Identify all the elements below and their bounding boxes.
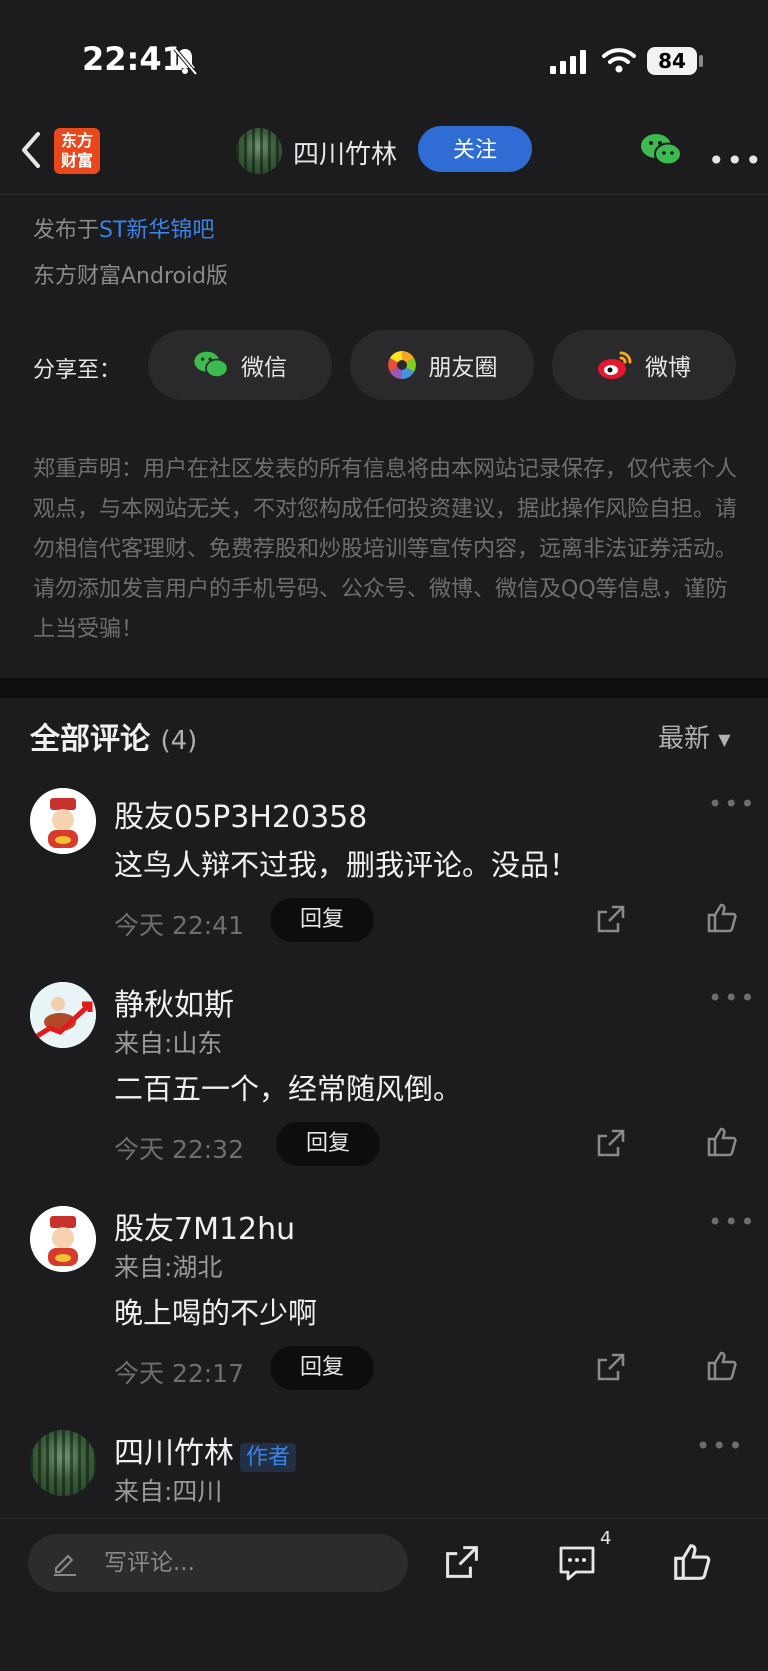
comment-bubble-icon[interactable]: [558, 1544, 596, 1582]
share-wechat-button[interactable]: 微信: [148, 330, 332, 400]
comment-time: 今天 22:17: [114, 1359, 244, 1388]
reply-button[interactable]: 回复: [270, 1346, 374, 1390]
comment-avatar[interactable]: [30, 982, 96, 1048]
comment-time: 今天 22:41: [114, 911, 244, 940]
comment-author-name[interactable]: 股友05P3H20358: [114, 792, 367, 836]
wechat-share-icon[interactable]: [640, 132, 682, 168]
published-in: 发布于ST新华锦吧: [33, 212, 214, 244]
comment-author-name-text: 四川竹林: [114, 1436, 234, 1471]
sort-dropdown[interactable]: 最新 ▼: [658, 718, 731, 755]
share-wechat-label: 微信: [241, 355, 287, 381]
comment-author-name[interactable]: 静秋如斯: [114, 980, 234, 1024]
comment-location: 来自:山东: [114, 1029, 223, 1058]
silent-bell-icon: [173, 47, 198, 76]
author-name[interactable]: 四川竹林: [293, 134, 397, 171]
wechat-icon: [194, 351, 229, 378]
stock-chart-avatar-icon: [30, 982, 96, 1048]
more-options-icon[interactable]: •••: [708, 144, 764, 177]
forum-link[interactable]: ST新华锦吧: [99, 218, 214, 243]
comments-title: 全部评论: [30, 722, 150, 757]
comments-header: 全部评论 (4): [30, 714, 197, 758]
share-moments-button[interactable]: 朋友圈: [350, 330, 534, 400]
comment-input-placeholder: 写评论...: [104, 1550, 195, 1576]
comment-text: 二百五一个，经常随风倒。: [114, 1072, 463, 1106]
pencil-icon: [54, 1554, 76, 1576]
author-badge: 作者: [240, 1442, 297, 1472]
comment-count-badge: 4: [600, 1528, 612, 1549]
like-thumbs-up-icon[interactable]: [672, 1542, 712, 1582]
top-nav-bar: 东方 财富 四川竹林 关注 •••: [0, 110, 768, 195]
comments-count: (4): [160, 726, 198, 756]
cellular-signal-icon: [550, 50, 586, 74]
comment-avatar[interactable]: [30, 1206, 96, 1272]
moments-icon: [387, 351, 416, 379]
share-icon[interactable]: [596, 904, 626, 934]
comment-more-icon[interactable]: •••: [708, 790, 756, 818]
comment-location: 来自:四川: [114, 1477, 223, 1506]
section-divider: [0, 678, 768, 698]
fortune-god-avatar-icon: [30, 788, 96, 854]
comment-text: 晚上喝的不少啊: [114, 1296, 318, 1330]
share-moments-label: 朋友圈: [428, 355, 498, 381]
share-icon[interactable]: [444, 1544, 480, 1580]
like-thumbs-up-icon[interactable]: [706, 902, 738, 934]
share-label: 分享至：: [33, 358, 122, 383]
comment-location: 来自:湖北: [114, 1253, 223, 1282]
comment-text: 这鸟人辩不过我，删我评论。没品！: [114, 848, 579, 882]
status-bar: 22:41 84: [0, 0, 768, 110]
follow-button[interactable]: 关注: [418, 126, 532, 172]
battery-indicator: 84: [647, 47, 697, 75]
battery-nub: [699, 55, 703, 67]
logo-line-1: 东方: [60, 131, 93, 150]
reply-button[interactable]: 回复: [270, 898, 374, 942]
logo-line-2: 财富: [60, 151, 93, 170]
comment-avatar[interactable]: [30, 788, 96, 854]
published-prefix: 发布于: [33, 218, 100, 243]
comment-author-name[interactable]: 股友7M12hu: [114, 1204, 295, 1248]
caret-down-icon: ▼: [718, 730, 731, 749]
comment-more-icon[interactable]: •••: [696, 1432, 744, 1460]
like-thumbs-up-icon[interactable]: [706, 1350, 738, 1382]
post-platform: 东方财富Android版: [33, 264, 229, 289]
comment-avatar[interactable]: [30, 1430, 96, 1496]
like-thumbs-up-icon[interactable]: [706, 1126, 738, 1158]
reply-button[interactable]: 回复: [276, 1122, 380, 1166]
sort-label: 最新: [658, 724, 711, 754]
comment-input[interactable]: 写评论...: [28, 1534, 408, 1592]
fortune-god-avatar-icon: [30, 1206, 96, 1272]
share-icon[interactable]: [596, 1352, 626, 1382]
share-weibo-label: 微博: [645, 355, 691, 381]
comment-more-icon[interactable]: •••: [708, 984, 756, 1012]
status-time: 22:41: [82, 40, 184, 78]
comment-time: 今天 22:32: [114, 1135, 244, 1164]
eastmoney-logo: 东方 财富: [54, 128, 100, 174]
comment-author-name[interactable]: 四川竹林 作者: [114, 1428, 297, 1472]
share-icon[interactable]: [596, 1128, 626, 1158]
share-weibo-button[interactable]: 微博: [552, 330, 736, 400]
author-avatar[interactable]: [236, 128, 282, 174]
weibo-icon: [598, 351, 632, 379]
comment-more-icon[interactable]: •••: [708, 1208, 756, 1236]
back-arrow-icon[interactable]: [18, 130, 44, 170]
disclaimer-text: 郑重声明：用户在社区发表的所有信息将由本网站记录保存，仅代表个人观点，与本网站无…: [33, 457, 738, 642]
wifi-icon: [602, 48, 636, 73]
